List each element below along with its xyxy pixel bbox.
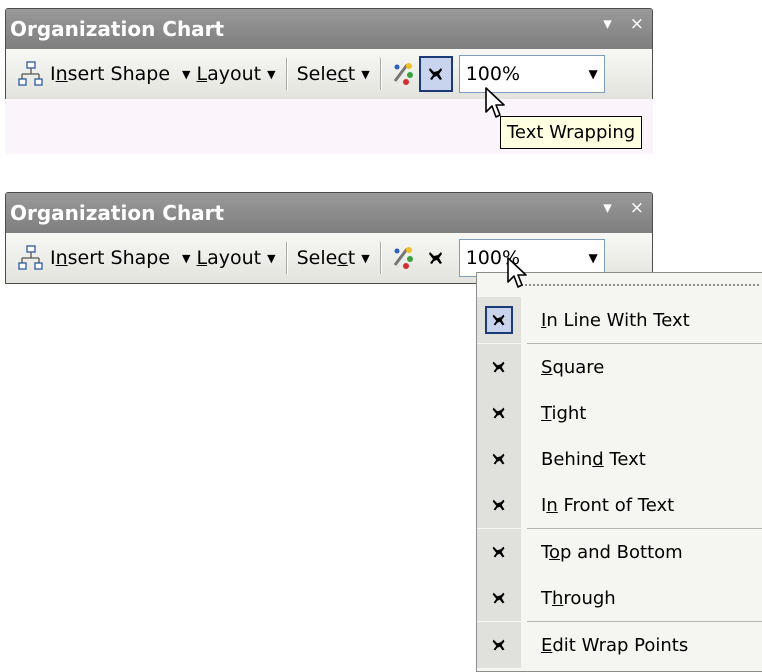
menu-item-in-line-with-text[interactable]: In Line With Text <box>477 297 762 343</box>
text-wrapping-button[interactable] <box>418 56 453 92</box>
layout-menu-button[interactable]: Layout ▼ <box>191 238 282 278</box>
toolbar-separator <box>379 242 381 274</box>
org-chart-toolbar-top: Organization Chart ▾ × Insert Shape ▼ La… <box>5 8 653 100</box>
menu-item-label: In Line With Text <box>541 309 690 331</box>
insert-shape-label: Insert Shape <box>50 63 171 85</box>
layout-label: Layout <box>196 63 262 85</box>
in-front-of-text-icon <box>485 491 513 519</box>
select-dropdown-icon: ▼ <box>361 67 370 81</box>
toolbar-options-dropdown-icon[interactable]: ▾ <box>603 198 612 218</box>
menu-gutter <box>477 575 521 621</box>
menu-item-behind-text[interactable]: Behind Text <box>477 436 762 482</box>
menu-item-edit-wrap-points[interactable]: Edit Wrap Points <box>477 622 762 668</box>
menu-gutter <box>477 297 521 343</box>
text-wrapping-menu: In Line With Text Square Tight Behind Text I… <box>476 272 762 672</box>
select-dropdown-icon: ▼ <box>361 251 370 265</box>
menu-gutter <box>477 529 521 575</box>
zoom-dropdown-icon[interactable]: ▼ <box>588 251 597 265</box>
menu-item-label: Edit Wrap Points <box>541 634 689 656</box>
menu-item-label: Behind Text <box>541 448 646 470</box>
layout-dropdown-icon: ▼ <box>267 251 276 265</box>
insert-shape-dropdown-icon[interactable]: ▼ <box>182 68 190 81</box>
in-line-with-text-icon <box>485 306 513 334</box>
menu-item-tight[interactable]: Tight <box>477 390 762 436</box>
menu-gutter <box>477 344 521 390</box>
menu-item-label: In Front of Text <box>541 494 675 516</box>
edit-wrap-points-icon <box>485 631 513 659</box>
menu-gutter <box>477 390 521 436</box>
toolbar-separator <box>285 58 287 90</box>
zoom-value: 100% <box>465 63 521 85</box>
menu-item-through[interactable]: Through <box>477 575 762 621</box>
toolbar-close-icon[interactable]: × <box>630 198 644 218</box>
menu-drag-handle[interactable] <box>517 277 759 293</box>
layout-dropdown-icon: ▼ <box>267 67 276 81</box>
menu-item-top-and-bottom[interactable]: Top and Bottom <box>477 529 762 575</box>
behind-text-icon <box>485 445 513 473</box>
insert-shape-label: Insert Shape <box>50 247 171 269</box>
insert-shape-button[interactable]: Insert Shape <box>12 238 176 278</box>
org-chart-shape-icon <box>18 245 44 271</box>
select-menu-button[interactable]: Select ▼ <box>291 54 376 94</box>
autoformat-icon <box>389 61 415 87</box>
tight-icon <box>485 399 513 427</box>
toolbar-options-dropdown-icon[interactable]: ▾ <box>603 14 612 34</box>
top-and-bottom-icon <box>485 538 513 566</box>
text-wrapping-icon <box>426 64 446 84</box>
toolbar-title-bar[interactable]: Organization Chart ▾ × <box>6 9 652 49</box>
org-chart-shape-icon <box>18 61 44 87</box>
menu-item-in-front-of-text[interactable]: In Front of Text <box>477 482 762 528</box>
select-menu-button[interactable]: Select ▼ <box>291 238 376 278</box>
zoom-combobox[interactable]: 100% ▼ <box>458 55 605 93</box>
text-wrapping-tooltip: Text Wrapping <box>500 116 643 149</box>
through-icon <box>485 584 513 612</box>
layout-menu-button[interactable]: Layout ▼ <box>191 54 282 94</box>
square-icon <box>485 353 513 381</box>
toolbar-title: Organization Chart <box>10 17 225 41</box>
autoformat-icon <box>389 245 415 271</box>
insert-shape-button[interactable]: Insert Shape <box>12 54 176 94</box>
mouse-pointer-icon <box>484 86 508 120</box>
menu-gutter <box>477 436 521 482</box>
layout-label: Layout <box>196 247 262 269</box>
menu-item-square[interactable]: Square <box>477 344 762 390</box>
select-label: Select <box>296 247 356 269</box>
toolbar-close-icon[interactable]: × <box>630 14 644 34</box>
menu-gutter <box>477 622 521 668</box>
autoformat-button[interactable] <box>385 238 419 278</box>
select-label: Select <box>296 63 356 85</box>
toolbar-title-bar[interactable]: Organization Chart ▾ × <box>6 193 652 233</box>
toolbar-separator <box>285 242 287 274</box>
menu-item-label: Top and Bottom <box>541 541 683 563</box>
mouse-pointer-icon <box>506 256 530 290</box>
text-wrapping-button[interactable] <box>419 240 453 276</box>
menu-item-label: Square <box>541 356 605 378</box>
autoformat-button[interactable] <box>385 54 419 94</box>
toolbar-title: Organization Chart <box>10 201 225 225</box>
text-wrapping-icon <box>426 248 446 268</box>
menu-item-label: Through <box>541 587 616 609</box>
insert-shape-dropdown-icon[interactable]: ▼ <box>182 252 190 265</box>
org-chart-toolbar-bottom: Organization Chart ▾ × Insert Shape ▼ La… <box>5 192 653 284</box>
toolbar-separator <box>379 58 381 90</box>
menu-item-label: Tight <box>541 402 587 424</box>
menu-gutter <box>477 482 521 528</box>
zoom-dropdown-icon[interactable]: ▼ <box>588 67 597 81</box>
